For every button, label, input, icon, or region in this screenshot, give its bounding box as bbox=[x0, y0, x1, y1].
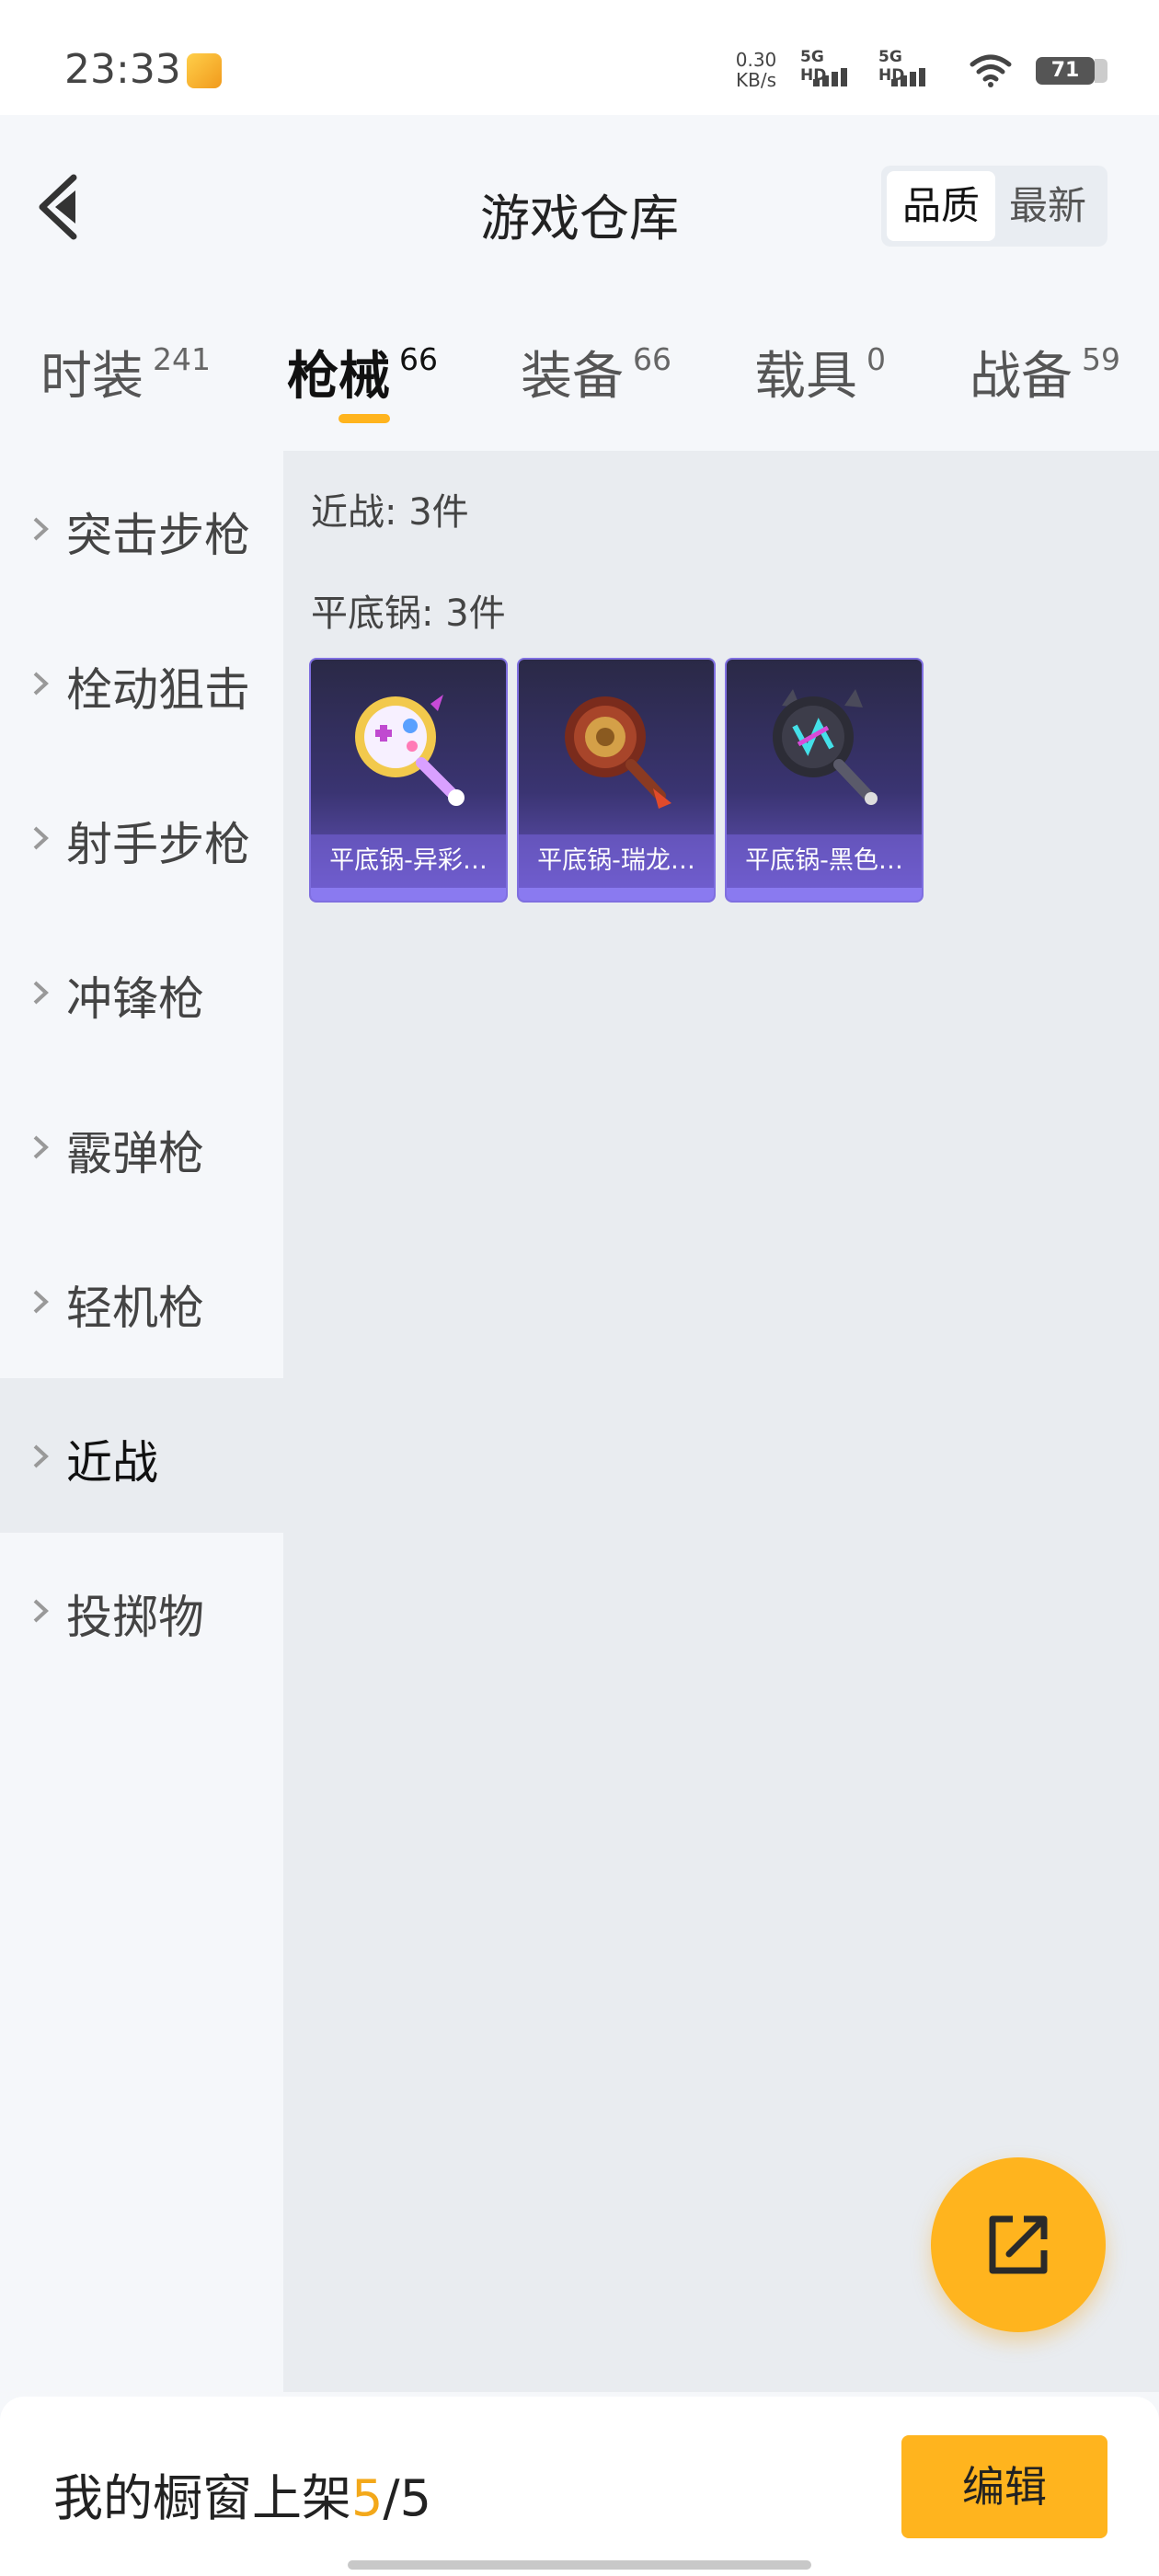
showcase-separator: / bbox=[383, 2469, 400, 2527]
tab-label: 枪械 bbox=[287, 347, 390, 407]
sidebar-item-smg[interactable]: 冲锋枪 bbox=[0, 914, 283, 1069]
tab-count: 241 bbox=[153, 341, 211, 377]
share-icon bbox=[989, 2215, 1048, 2274]
tab-equipment[interactable]: 装备 66 bbox=[521, 335, 671, 418]
tab-count: 66 bbox=[399, 341, 438, 377]
sidebar-item-bolt-sniper[interactable]: 栓动狙击 bbox=[0, 605, 283, 760]
share-button[interactable] bbox=[931, 2157, 1106, 2332]
sidebar-item-label: 近战 bbox=[66, 1436, 158, 1489]
main-content: 近战: 3件 平底锅: 3件 平底锅-异彩… 平底锅-瑞龙… 平底锅-黑色… bbox=[283, 451, 1159, 2392]
home-indicator[interactable] bbox=[348, 2560, 811, 2570]
category-summary: 近战: 3件 bbox=[311, 491, 469, 534]
chevron-right-icon bbox=[33, 1135, 49, 1159]
tab-count: 59 bbox=[1082, 341, 1120, 377]
tab-label: 战备 bbox=[970, 347, 1073, 407]
chevron-right-icon bbox=[33, 517, 49, 541]
sidebar: 突击步枪 栓动狙击 射手步枪 冲锋枪 霰弹枪 轻机枪 近战 投掷物 bbox=[0, 451, 283, 2392]
item-name: 平底锅-黑色… bbox=[727, 834, 922, 888]
chevron-right-icon bbox=[33, 1290, 49, 1314]
item-card[interactable]: 平底锅-黑色… bbox=[725, 658, 924, 903]
tab-battle-prep[interactable]: 战备 59 bbox=[970, 335, 1120, 418]
sidebar-item-label: 投掷物 bbox=[66, 1591, 204, 1644]
sidebar-item-shotgun[interactable]: 霰弹枪 bbox=[0, 1069, 283, 1224]
rarity-bar bbox=[311, 888, 506, 901]
subcategory-summary: 平底锅: 3件 bbox=[311, 592, 506, 635]
status-bar: 23:33 0.30 KB/s 5G HD 5G HD 71 bbox=[0, 0, 1159, 115]
battery-icon: 71 bbox=[1036, 57, 1107, 85]
sidebar-item-label: 射手步枪 bbox=[66, 818, 250, 871]
sidebar-item-melee[interactable]: 近战 bbox=[0, 1378, 283, 1533]
rarity-bar bbox=[519, 888, 714, 901]
sidebar-item-label: 冲锋枪 bbox=[66, 972, 204, 1026]
showcase-total-count: 5 bbox=[399, 2469, 431, 2527]
status-indicators: 0.30 KB/s 5G HD 5G HD 71 bbox=[708, 48, 1107, 94]
showcase-current-count: 5 bbox=[351, 2469, 384, 2527]
tab-fashion[interactable]: 时装 241 bbox=[40, 335, 211, 418]
chevron-right-icon bbox=[33, 1444, 49, 1468]
sim1-signal-icon: 5G HD bbox=[800, 48, 855, 92]
tab-firearms[interactable]: 枪械 66 bbox=[287, 335, 438, 418]
chevron-right-icon bbox=[33, 1599, 49, 1623]
chevron-right-icon bbox=[33, 981, 49, 1005]
tab-vehicles[interactable]: 载具 0 bbox=[754, 335, 886, 418]
sidebar-item-assault-rifle[interactable]: 突击步枪 bbox=[0, 451, 283, 605]
showcase-status: 我的橱窗上架5/5 bbox=[53, 2457, 431, 2530]
sidebar-item-throwables[interactable]: 投掷物 bbox=[0, 1533, 283, 1687]
sim2-signal-icon: 5G HD bbox=[878, 48, 934, 92]
tab-label: 时装 bbox=[40, 347, 143, 407]
sidebar-item-lmg[interactable]: 轻机枪 bbox=[0, 1224, 283, 1378]
sidebar-item-label: 霰弹枪 bbox=[66, 1127, 204, 1180]
network-speed-unit: KB/s bbox=[736, 69, 776, 91]
tab-label: 装备 bbox=[521, 347, 624, 407]
item-name: 平底锅-异彩… bbox=[311, 834, 506, 888]
item-card[interactable]: 平底锅-瑞龙… bbox=[517, 658, 716, 903]
network-speed-value: 0.30 bbox=[735, 49, 777, 71]
bottom-bar: 我的橱窗上架5/5 编辑 bbox=[0, 2397, 1159, 2576]
wifi-icon bbox=[970, 54, 1012, 87]
sort-toggle: 品质 最新 bbox=[881, 166, 1107, 247]
category-tabs: 时装 241 枪械 66 装备 66 载具 0 战备 59 bbox=[0, 313, 1159, 442]
sort-option-quality[interactable]: 品质 bbox=[887, 171, 995, 241]
active-tab-indicator bbox=[339, 414, 390, 423]
sidebar-item-label: 轻机枪 bbox=[66, 1282, 204, 1335]
showcase-label: 我的橱窗上架 bbox=[53, 2469, 351, 2527]
frying-pan-black-icon bbox=[773, 689, 878, 805]
chevron-right-icon bbox=[33, 826, 49, 850]
frying-pan-colorful-icon bbox=[355, 695, 465, 806]
tab-label: 载具 bbox=[754, 347, 857, 407]
notification-app-icon bbox=[187, 53, 222, 88]
sidebar-item-marksman-rifle[interactable]: 射手步枪 bbox=[0, 760, 283, 914]
page: 23:33 0.30 KB/s 5G HD 5G HD 71 游戏仓库 品质 最… bbox=[0, 0, 1159, 2576]
status-time: 23:33 bbox=[64, 46, 181, 93]
edit-button[interactable]: 编辑 bbox=[901, 2435, 1107, 2538]
sort-option-latest[interactable]: 最新 bbox=[993, 171, 1102, 241]
network-speed: 0.30 KB/s bbox=[729, 50, 784, 90]
tab-count: 66 bbox=[633, 341, 671, 377]
tab-count: 0 bbox=[866, 341, 886, 377]
item-name: 平底锅-瑞龙… bbox=[519, 834, 714, 888]
sidebar-item-label: 栓动狙击 bbox=[66, 663, 250, 717]
sidebar-item-label: 突击步枪 bbox=[66, 509, 250, 562]
chevron-right-icon bbox=[33, 672, 49, 696]
frying-pan-dragon-icon bbox=[565, 696, 671, 809]
header: 游戏仓库 品质 最新 bbox=[0, 115, 1159, 299]
rarity-bar bbox=[727, 888, 922, 901]
item-card[interactable]: 平底锅-异彩… bbox=[309, 658, 508, 903]
